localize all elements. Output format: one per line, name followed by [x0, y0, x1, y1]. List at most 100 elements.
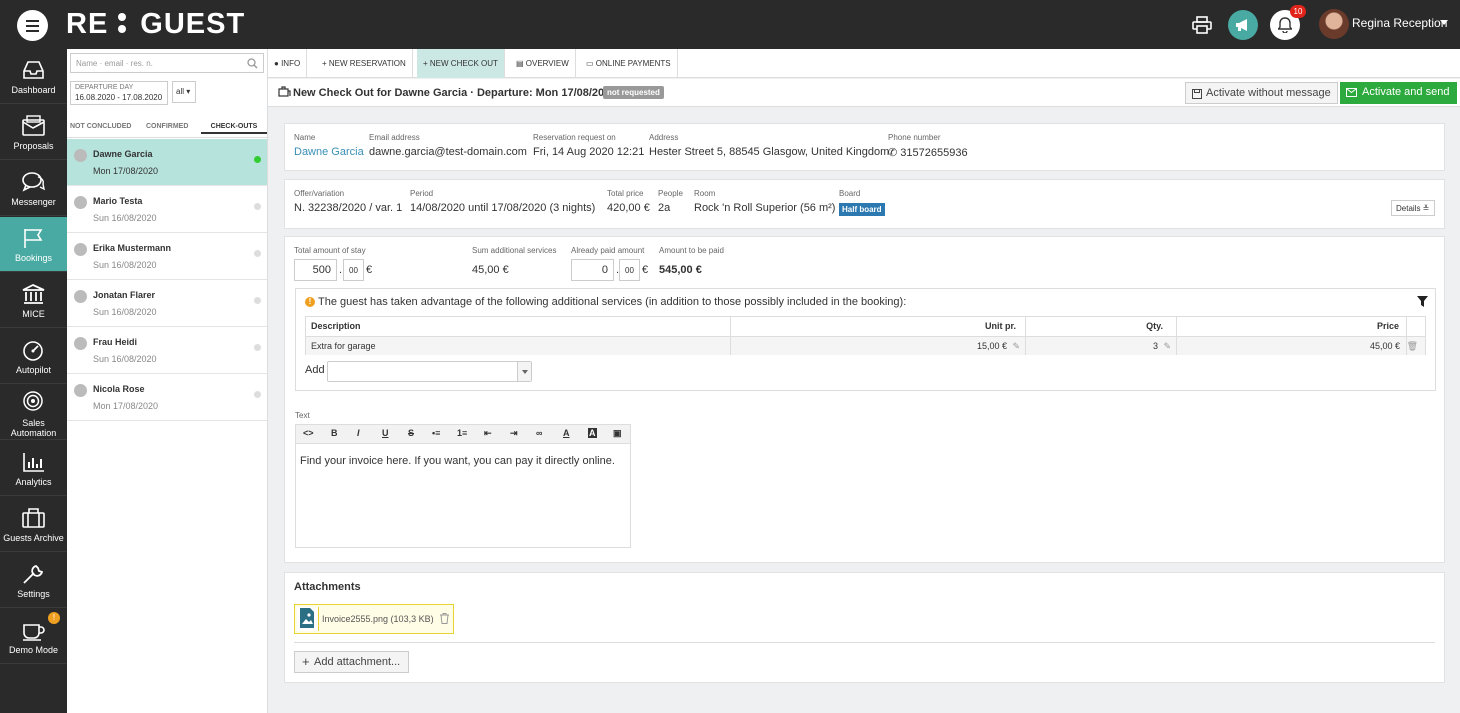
pencil-icon[interactable]: ✎ [1012, 341, 1020, 352]
status-dot [254, 156, 261, 163]
demo-badge: ! [48, 612, 60, 624]
editor-body[interactable]: Find your invoice here. If you want, you… [300, 455, 615, 467]
sum-additional-services: 45,00 € [472, 264, 509, 276]
app-logo[interactable]: RE GUEST [66, 8, 245, 41]
offer-card: Offer/variation N. 32238/2020 / var. 1 P… [284, 179, 1445, 229]
sidebar-item-dashboard[interactable]: Dashboard [0, 49, 67, 104]
status-dot [254, 344, 261, 351]
code-view-icon[interactable]: <> [303, 428, 314, 438]
suitcase-icon [22, 508, 45, 528]
departure-day-filter[interactable]: DEPARTURE DAY 16.08.2020 - 17.08.2020 [70, 81, 168, 105]
hamburger-menu-icon[interactable] [17, 10, 48, 41]
services-table: Description Unit pr. Qty. Price Extra fo… [305, 316, 1426, 355]
save-icon [1192, 89, 1202, 99]
chevron-down-icon[interactable] [1440, 20, 1448, 25]
luggage-icon [278, 86, 291, 97]
link-icon[interactable]: ∞ [536, 428, 542, 438]
video-icon[interactable]: ▣ [613, 428, 622, 439]
add-attachment-button[interactable]: + Add attachment... [294, 651, 409, 673]
envelope-icon [1346, 88, 1357, 97]
text-color-icon[interactable]: A [563, 428, 570, 438]
list-item[interactable]: Nicola Rose Mon 17/08/2020 [67, 374, 267, 421]
list-item[interactable]: Jonatan Flarer Sun 16/08/2020 [67, 280, 267, 327]
chevron-down-icon [517, 362, 531, 381]
sidebar-item-sales-automation[interactable]: Sales Automation [0, 385, 67, 440]
outdent-icon[interactable]: ⇤ [484, 428, 492, 439]
bullet-list-icon[interactable]: •≡ [432, 428, 440, 438]
activate-without-message-button[interactable]: Activate without message [1185, 82, 1338, 104]
tab-not-concluded[interactable]: NOT CONCLUDED [70, 123, 131, 130]
trash-icon[interactable]: 🗑 [1407, 341, 1418, 352]
chat-icon [22, 172, 45, 192]
add-service-select[interactable] [327, 361, 532, 382]
indent-icon[interactable]: ⇥ [510, 428, 518, 439]
chart-icon [23, 453, 44, 472]
info-button[interactable]: ● INFO [268, 49, 308, 78]
trash-icon[interactable] [440, 613, 449, 624]
attachment-file[interactable]: Invoice2555.png (103,3 KB) [294, 604, 454, 634]
guest-address: Hester Street 5, 88545 Glasgow, United K… [649, 146, 890, 158]
paid-decimal-input[interactable]: 00 [619, 259, 640, 281]
online-payments-button[interactable]: ▭ ONLINE PAYMENTS [580, 49, 678, 78]
tab-confirmed[interactable]: CONFIRMED [146, 123, 188, 130]
text-editor[interactable]: <> B I U S •≡ 1≡ ⇤ ⇥ ∞ A A ▣ Find your i… [295, 424, 631, 548]
new-reservation-button[interactable]: + NEW RESERVATION [316, 49, 413, 78]
target-icon [23, 391, 43, 411]
payment-card: Total amount of stay 500 . 00 € Sum addi… [284, 236, 1445, 563]
underline-icon[interactable]: U [382, 428, 389, 438]
guest-icon [74, 384, 87, 397]
sidebar-item-bookings[interactable]: Bookings [0, 217, 67, 272]
list-item[interactable]: Frau Heidi Sun 16/08/2020 [67, 327, 267, 374]
activate-and-send-button[interactable]: Activate and send [1340, 82, 1457, 104]
list-item[interactable]: Dawne Garcia Mon 17/08/2020 [67, 139, 267, 186]
status-dot [254, 250, 261, 257]
sidebar-item-messenger[interactable]: Messenger [0, 161, 67, 216]
status-dot [254, 203, 261, 210]
megaphone-icon[interactable] [1228, 10, 1258, 40]
paid-amount-input[interactable]: 0 [571, 259, 614, 281]
sidebar-item-guests-archive[interactable]: Guests Archive [0, 497, 67, 552]
warning-icon: ! [305, 297, 315, 307]
attachments-card: Attachments Invoice2555.png (103,3 KB) +… [284, 572, 1445, 683]
search-input[interactable]: Name · email · res. n. [70, 53, 264, 73]
sidebar-item-settings[interactable]: Settings [0, 553, 67, 608]
user-name[interactable]: Regina Reception [1352, 16, 1447, 30]
list-item[interactable]: Mario Testa Sun 16/08/2020 [67, 186, 267, 233]
status-badge: not requested [603, 86, 664, 99]
sidebar-item-autopilot[interactable]: Autopilot [0, 329, 67, 384]
sidebar-item-analytics[interactable]: Analytics [0, 441, 67, 496]
amount-due: 545,00 € [659, 264, 702, 276]
total-amount-input[interactable]: 500 [294, 259, 337, 281]
offer-price: 420,00 € [607, 202, 650, 214]
italic-icon[interactable]: I [357, 428, 360, 438]
overview-button[interactable]: ▤ OVERVIEW [510, 49, 576, 78]
sidebar-item-proposals[interactable]: Proposals [0, 105, 67, 160]
numbered-list-icon[interactable]: 1≡ [457, 428, 467, 438]
offer-room: Rock 'n Roll Superior (56 m²) [694, 202, 836, 214]
sidebar-item-demo-mode[interactable]: ! Demo Mode [0, 609, 67, 664]
details-button[interactable]: Details ≚ [1391, 200, 1435, 216]
sidebar-item-mice[interactable]: MICE [0, 273, 67, 328]
tab-check-outs[interactable]: CHECK-OUTS [201, 123, 267, 134]
printer-icon[interactable] [1187, 10, 1217, 40]
total-decimal-input[interactable]: 00 [343, 259, 364, 281]
bold-icon[interactable]: B [331, 428, 338, 438]
notification-badge: 10 [1290, 5, 1306, 18]
wrench-icon [23, 565, 44, 584]
guest-name-link[interactable]: Dawne Garcia [294, 146, 364, 158]
pencil-icon[interactable]: ✎ [1163, 341, 1171, 352]
status-dot [254, 391, 261, 398]
attachments-title: Attachments [294, 581, 361, 593]
new-checkout-button[interactable]: + NEW CHECK OUT [417, 49, 505, 78]
list-item[interactable]: Erika Mustermann Sun 16/08/2020 [67, 233, 267, 280]
all-dropdown[interactable]: all ▾ [172, 81, 196, 103]
avatar[interactable] [1319, 9, 1349, 39]
cup-icon [23, 624, 45, 641]
guest-icon [74, 196, 87, 209]
strikethrough-icon[interactable]: S [408, 428, 414, 438]
flag-icon [24, 229, 43, 248]
filter-icon[interactable] [1417, 296, 1428, 307]
background-color-icon[interactable]: A [588, 428, 597, 438]
building-icon [22, 284, 45, 304]
guest-phone: ✆ 31572655936 [888, 147, 968, 159]
